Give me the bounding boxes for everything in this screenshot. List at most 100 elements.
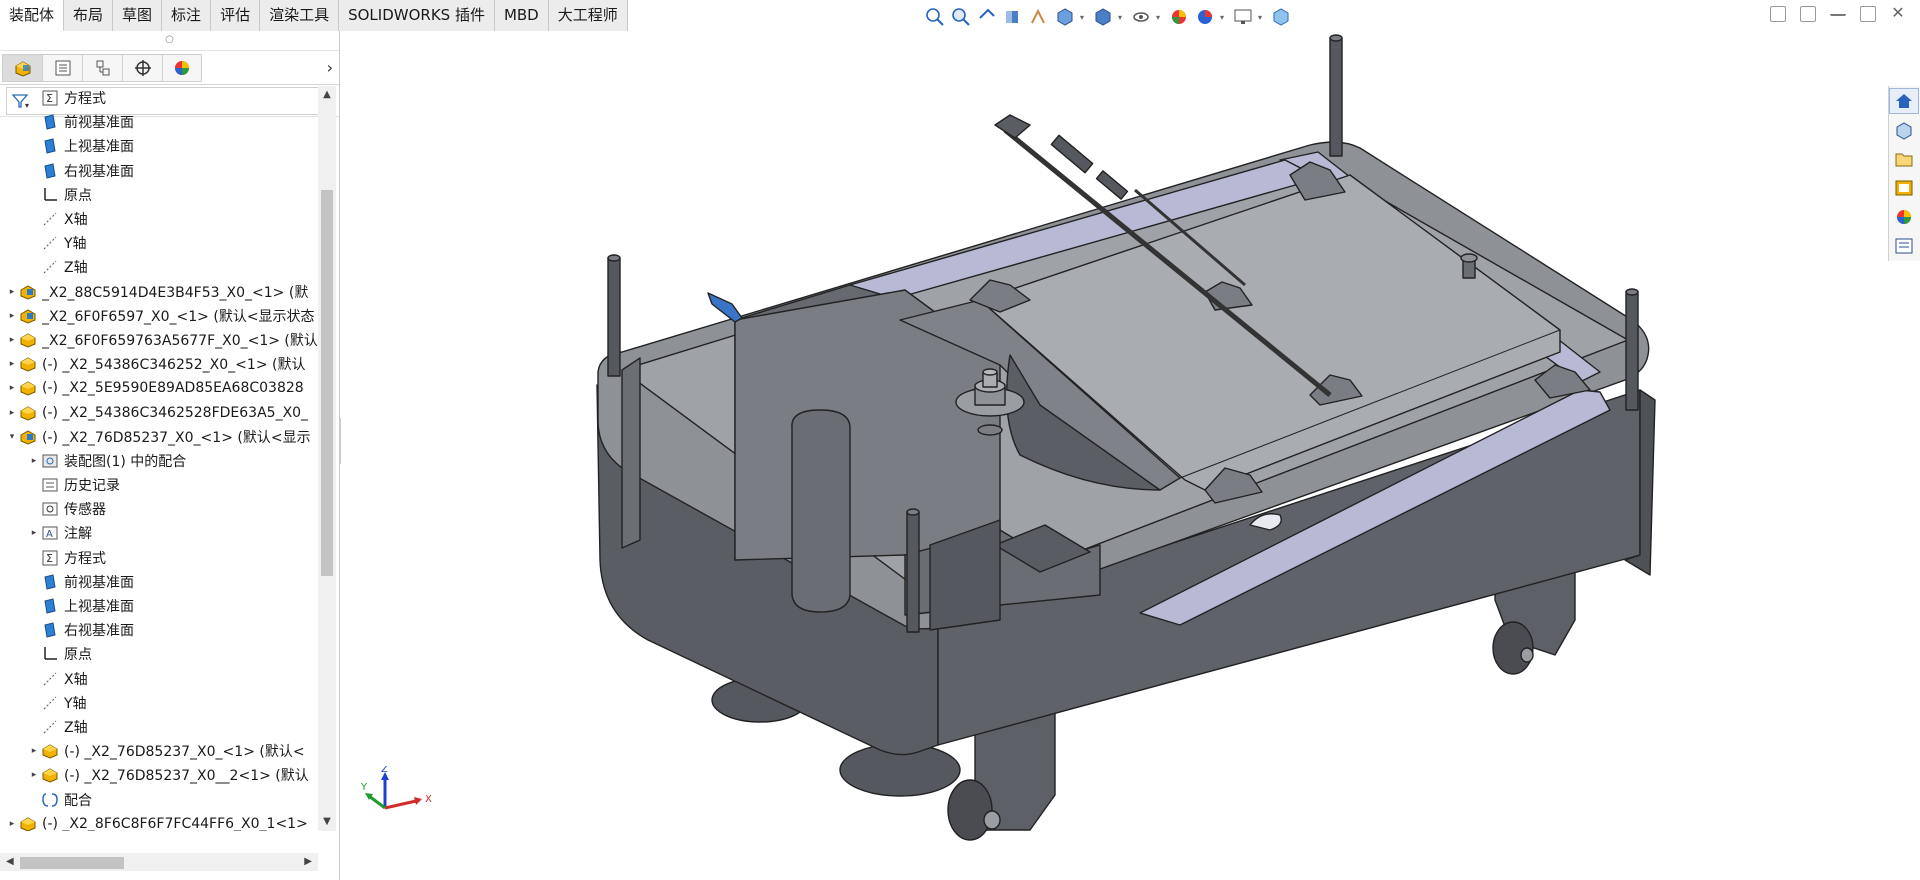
- tree-item[interactable]: Z轴: [0, 255, 320, 279]
- tree-item[interactable]: 前视基准面: [0, 570, 320, 594]
- apply-scene-icon[interactable]: [1194, 6, 1216, 28]
- previous-view-icon[interactable]: [976, 6, 998, 28]
- command-tab[interactable]: 大工程师: [548, 0, 628, 31]
- tree-item[interactable]: ▸ A 注解: [0, 521, 320, 545]
- tree-item[interactable]: ▸ (-) _X2_76D85237_X0__2<1> (默认: [0, 763, 320, 787]
- minimize-icon[interactable]: [1830, 6, 1846, 16]
- tree-item[interactable]: 历史记录: [0, 473, 320, 497]
- view-settings-icon[interactable]: [1232, 6, 1254, 28]
- tree-horizontal-scrollbar[interactable]: ◀ ▶: [0, 853, 318, 871]
- expand-arrow-icon[interactable]: ▸: [6, 359, 18, 369]
- command-tab[interactable]: 评估: [211, 0, 261, 31]
- scroll-right-icon[interactable]: ▶: [304, 853, 312, 871]
- expand-arrow-icon[interactable]: ▸: [6, 408, 18, 418]
- appearances-icon[interactable]: [1889, 204, 1919, 230]
- tree-item[interactable]: Z轴: [0, 715, 320, 739]
- tree-item[interactable]: ▸ (-) _X2_54386C346252_X0_<1> (默认: [0, 352, 320, 376]
- tree-item[interactable]: ▾ (-) _X2_76D85237_X0_<1> (默认<显示: [0, 425, 320, 449]
- tree-item[interactable]: Σ 方程式: [0, 86, 320, 110]
- command-tab[interactable]: 布局: [64, 0, 114, 31]
- expand-arrow-icon[interactable]: ▾: [6, 432, 18, 442]
- scroll-thumb[interactable]: [321, 190, 333, 576]
- tree-item[interactable]: ▸ (-) _X2_54386C3462528FDE63A5_X0_: [0, 400, 320, 424]
- view-palette-icon[interactable]: [1889, 175, 1919, 201]
- tree-item[interactable]: ▸ _X2_6F0F659763A5677F_X0_<1> (默认: [0, 328, 320, 352]
- expand-arrow-icon[interactable]: ▸: [6, 335, 18, 345]
- display-manager-tab[interactable]: [162, 53, 202, 82]
- custom-properties-icon[interactable]: [1889, 233, 1919, 259]
- command-tab[interactable]: MBD: [494, 0, 549, 31]
- more-tabs-arrow-icon[interactable]: ›: [327, 58, 333, 77]
- tree-item[interactable]: 配合: [0, 787, 320, 811]
- tile-left-icon[interactable]: [1770, 6, 1786, 22]
- tree-item[interactable]: Y轴: [0, 231, 320, 255]
- tree-item[interactable]: 原点: [0, 642, 320, 666]
- panel-grip[interactable]: ○: [0, 31, 339, 51]
- expand-arrow-icon[interactable]: ▸: [28, 456, 40, 466]
- expand-arrow-icon[interactable]: ▸: [28, 528, 40, 538]
- scroll-thumb-horizontal[interactable]: [20, 857, 124, 869]
- tree-item[interactable]: ▸ _X2_88C5914D4E3B4F53_X0_<1> (默: [0, 280, 320, 304]
- tree-item[interactable]: 上视基准面: [0, 134, 320, 158]
- triad-x-label: X: [425, 794, 432, 805]
- tree-item[interactable]: ▸ _X2_6F0F6597_X0_<1> (默认<显示状态: [0, 304, 320, 328]
- tree-item-label: (-) _X2_76D85237_X0__2<1> (默认: [64, 768, 309, 785]
- assembly-model-cart[interactable]: [341, 31, 1888, 880]
- scroll-up-icon[interactable]: ▲: [318, 86, 336, 104]
- configuration-manager-tab[interactable]: [82, 53, 122, 82]
- close-icon[interactable]: ✕: [1890, 5, 1906, 22]
- scroll-down-icon[interactable]: ▼: [318, 813, 336, 831]
- tree-item[interactable]: ▸ 装配图(1) 中的配合: [0, 449, 320, 473]
- dropdown-caret-icon[interactable]: ▾: [1118, 13, 1126, 22]
- dimxpert-manager-tab[interactable]: [122, 53, 162, 82]
- hide-show-icon[interactable]: [1130, 6, 1152, 28]
- dropdown-caret-icon[interactable]: ▾: [1258, 13, 1266, 22]
- tree-item[interactable]: 右视基准面: [0, 618, 320, 642]
- tree-item[interactable]: ▸ (-) _X2_5E9590E89AD85EA68C03828: [0, 376, 320, 400]
- expand-arrow-icon[interactable]: ▸: [6, 287, 18, 297]
- expand-arrow-icon[interactable]: ▸: [28, 770, 40, 780]
- tree-item[interactable]: 右视基准面: [0, 159, 320, 183]
- tree-item[interactable]: 原点: [0, 183, 320, 207]
- command-tab[interactable]: 标注: [162, 0, 212, 31]
- dropdown-caret-icon[interactable]: ▾: [1156, 13, 1164, 22]
- expand-arrow-icon[interactable]: ▸: [6, 311, 18, 321]
- command-tab[interactable]: 装配体: [0, 0, 65, 31]
- section-view-icon[interactable]: [1002, 6, 1024, 28]
- tile-right-icon[interactable]: [1800, 6, 1816, 22]
- expand-arrow-icon[interactable]: ▸: [28, 746, 40, 756]
- tree-item[interactable]: X轴: [0, 207, 320, 231]
- design-library-icon[interactable]: [1889, 117, 1919, 143]
- zoom-to-fit-icon[interactable]: [924, 6, 946, 28]
- tree-item[interactable]: Σ 方程式: [0, 546, 320, 570]
- dynamic-annotation-icon[interactable]: [1028, 6, 1050, 28]
- feature-manager-tab[interactable]: [2, 53, 42, 82]
- 3d-view-icon[interactable]: [1270, 6, 1292, 28]
- graphics-area[interactable]: Z X Y: [341, 31, 1888, 880]
- zoom-area-icon[interactable]: [950, 6, 972, 28]
- tree-item[interactable]: 上视基准面: [0, 594, 320, 618]
- home-icon[interactable]: [1889, 88, 1919, 114]
- command-tab[interactable]: 草图: [113, 0, 163, 31]
- expand-arrow-icon[interactable]: ▸: [6, 819, 18, 829]
- file-explorer-icon[interactable]: [1889, 146, 1919, 172]
- tree-item[interactable]: 传感器: [0, 497, 320, 521]
- display-style-icon[interactable]: [1092, 6, 1114, 28]
- tree-item[interactable]: X轴: [0, 667, 320, 691]
- command-tab[interactable]: 渲染工具: [260, 0, 340, 31]
- scroll-left-icon[interactable]: ◀: [6, 853, 14, 871]
- edit-appearance-icon[interactable]: [1168, 6, 1190, 28]
- property-manager-tab[interactable]: [42, 53, 82, 82]
- tree-item[interactable]: ▸ (-) _X2_8F6C8F6F7FC44FF6_X0_1<1>: [0, 812, 320, 831]
- tree-vertical-scrollbar[interactable]: ▲ ▼: [318, 86, 336, 831]
- command-tab[interactable]: SOLIDWORKS 插件: [339, 0, 495, 31]
- view-orientation-icon[interactable]: [1054, 6, 1076, 28]
- restore-icon[interactable]: [1860, 6, 1876, 22]
- tree-item-label: (-) _X2_5E9590E89AD85EA68C03828: [42, 380, 304, 397]
- dropdown-caret-icon[interactable]: ▾: [1080, 13, 1088, 22]
- tree-item[interactable]: Y轴: [0, 691, 320, 715]
- expand-arrow-icon[interactable]: ▸: [6, 383, 18, 393]
- tree-item[interactable]: ▸ (-) _X2_76D85237_X0_<1> (默认<: [0, 739, 320, 763]
- dropdown-caret-icon[interactable]: ▾: [1220, 13, 1228, 22]
- tree-item[interactable]: 前视基准面: [0, 110, 320, 134]
